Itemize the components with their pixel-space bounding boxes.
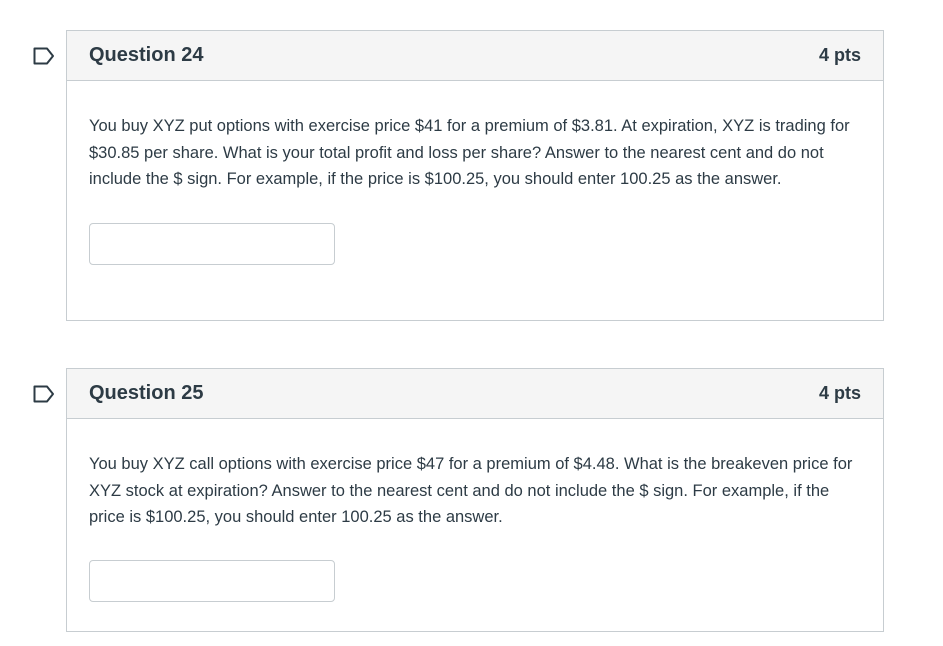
flag-question-icon[interactable]: [33, 385, 55, 403]
question-25: Question 25 4 pts You buy XYZ call optio…: [33, 368, 884, 632]
question-points: 4 pts: [818, 383, 861, 403]
question-body: You buy XYZ put options with exercise pr…: [67, 81, 883, 265]
answer-input[interactable]: [89, 559, 335, 602]
question-24: Question 24 4 pts You buy XYZ put option…: [33, 30, 884, 321]
question-points: 4 pts: [818, 45, 861, 65]
question-title: Question 24: [89, 44, 204, 66]
question-body: You buy XYZ call options with exercise p…: [67, 419, 883, 602]
question-header: Question 25 4 pts: [67, 369, 883, 419]
question-header: Question 24 4 pts: [67, 31, 883, 81]
answer-input[interactable]: [89, 222, 335, 265]
question-title: Question 25: [89, 382, 204, 404]
question-text: You buy XYZ call options with exercise p…: [89, 455, 853, 526]
flag-question-icon[interactable]: [33, 47, 55, 65]
question-text: You buy XYZ put options with exercise pr…: [89, 117, 850, 188]
